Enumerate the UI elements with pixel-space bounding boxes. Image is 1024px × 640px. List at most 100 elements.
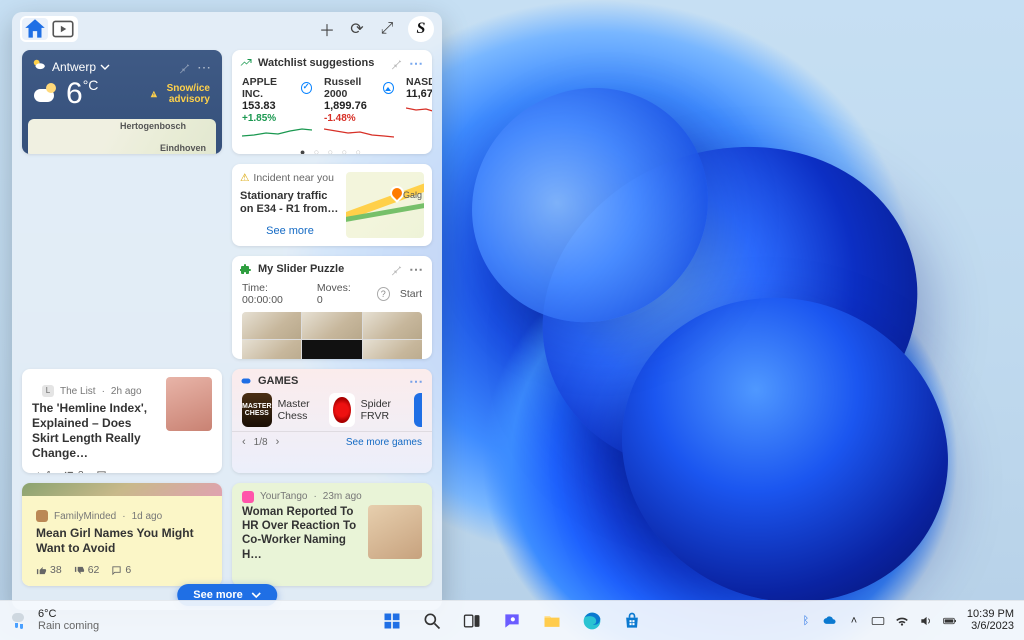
news-card[interactable]: FamilyMinded · 1d ago Mean Girl Names Yo… xyxy=(22,483,222,587)
chevron-down-icon xyxy=(100,62,110,72)
tray-onedrive-icon[interactable] xyxy=(823,614,837,628)
taskbar-weather-temp: 6°C xyxy=(38,609,99,621)
source-icon xyxy=(242,491,254,503)
task-view-button[interactable] xyxy=(454,603,490,639)
taskbar-clock[interactable]: 10:39 PM 3/6/2023 xyxy=(967,609,1014,632)
pager-dots[interactable]: ● ○ ○ ○ ○ xyxy=(232,145,432,154)
tray-battery-icon[interactable] xyxy=(943,614,957,628)
start-button[interactable] xyxy=(374,603,410,639)
map-label: Hertogenbosch xyxy=(120,121,186,131)
news-headline: Mean Girl Names You Might Want to Avoid xyxy=(26,524,218,564)
card-title: My Slider Puzzle xyxy=(258,263,383,275)
news-source: The List xyxy=(60,386,96,397)
news-age: 23m ago xyxy=(323,491,362,502)
games-icon xyxy=(240,375,252,387)
search-button[interactable] xyxy=(414,603,450,639)
comment-button[interactable] xyxy=(96,470,107,473)
edge-icon xyxy=(582,611,602,631)
folder-icon xyxy=(542,611,562,631)
file-explorer-button[interactable] xyxy=(534,603,570,639)
chat-button[interactable] xyxy=(494,603,530,639)
news-card[interactable]: LThe List · 2h ago The 'Hemline Index', … xyxy=(22,369,222,473)
weather-map[interactable]: Hertogenbosch Eindhoven Antwerp Ghent Br… xyxy=(28,119,216,154)
stock-item[interactable]: NASD 11,675 xyxy=(406,76,432,143)
card-menu-button[interactable]: ⋯ xyxy=(197,62,212,72)
dislike-button[interactable]: 2 xyxy=(64,469,84,473)
puzzle-start-button[interactable]: Start xyxy=(400,288,422,300)
weather-city-label: Antwerp xyxy=(52,60,96,74)
game-item[interactable]: Spider FRVR xyxy=(329,393,406,427)
puzzle-icon xyxy=(240,263,252,275)
pin-icon[interactable] xyxy=(389,262,403,276)
games-more-link[interactable]: See more games xyxy=(346,437,422,448)
taskbar: 6°CRain coming ᛒ ˄ 10:3 xyxy=(0,600,1024,640)
news-age: 1d ago xyxy=(132,511,163,522)
news-source: YourTango xyxy=(260,491,307,502)
tray-volume-icon[interactable] xyxy=(919,614,933,628)
traffic-message: Stationary traffic on E34 - R1 from… xyxy=(240,190,340,216)
taskbar-center xyxy=(374,603,650,639)
weather-location[interactable]: Antwerp xyxy=(52,60,110,74)
news-source: FamilyMinded xyxy=(54,511,116,522)
watchlist-card[interactable]: Watchlist suggestions ⋯ APPLE INC. 153.8… xyxy=(232,50,432,154)
play-icon xyxy=(50,16,76,42)
widgets-expand-button[interactable]: ⤢ xyxy=(374,16,400,42)
puzzle-grid[interactable] xyxy=(242,312,422,360)
traffic-see-more[interactable]: See more xyxy=(240,225,340,238)
card-menu-button[interactable]: ⋯ xyxy=(409,264,424,274)
puzzle-time: Time: 00:00:00 xyxy=(242,282,307,306)
comment-button[interactable]: 6 xyxy=(111,564,131,576)
stock-item[interactable]: APPLE INC. 153.83 +1.85% xyxy=(242,76,312,143)
tray-language-icon[interactable] xyxy=(871,614,885,628)
widgets-profile-avatar[interactable]: S xyxy=(408,16,434,42)
tray-chevron-up-icon[interactable]: ˄ xyxy=(847,614,861,628)
game-item[interactable]: MASTERCHESS Master Chess xyxy=(242,393,321,427)
source-icon xyxy=(36,510,48,522)
news-age: 2h ago xyxy=(111,386,142,397)
news-headline: The 'Hemline Index', Explained – Does Sk… xyxy=(32,399,158,469)
tray-network-icon[interactable] xyxy=(895,614,909,628)
weather-provider-icon xyxy=(32,58,46,75)
card-menu-button[interactable]: ⋯ xyxy=(409,376,424,386)
pin-icon[interactable] xyxy=(389,56,403,70)
store-button[interactable] xyxy=(614,603,650,639)
news-card[interactable]: YourTango · 23m ago Woman Reported To HR… xyxy=(232,483,432,587)
card-menu-button[interactable]: ⋯ xyxy=(409,58,424,68)
like-button[interactable]: 1 xyxy=(32,469,52,473)
traffic-map[interactable]: Galg xyxy=(346,172,424,238)
help-icon[interactable]: ? xyxy=(377,287,390,301)
game-name: Spider FRVR xyxy=(361,398,407,422)
weather-card[interactable]: Antwerp ⋯ 6°C Snow/ice advisory Hertogen xyxy=(22,50,222,154)
widgets-refresh-button[interactable]: ⟳ xyxy=(344,16,370,42)
widgets-body: Antwerp ⋯ 6°C Snow/ice advisory Hertogen xyxy=(12,44,442,610)
widgets-view-segmented xyxy=(20,16,78,42)
plus-icon: ＋ xyxy=(319,17,335,41)
weather-temp: 6°C xyxy=(66,77,98,111)
edge-button[interactable] xyxy=(574,603,610,639)
widgets-tab-video[interactable] xyxy=(50,18,76,40)
games-pager[interactable]: ‹1/8› xyxy=(242,436,279,448)
stock-item[interactable]: Russell 2000 1,899.76 -1.48% xyxy=(324,76,394,143)
dislike-button[interactable]: 62 xyxy=(74,564,100,576)
like-button[interactable]: 38 xyxy=(36,564,62,576)
weather-advisory[interactable]: Snow/ice advisory xyxy=(150,83,210,105)
puzzle-card[interactable]: My Slider Puzzle ⋯ Time: 00:00:00 Moves:… xyxy=(232,256,432,360)
tray-bluetooth-icon[interactable]: ᛒ xyxy=(799,614,813,628)
game-item-partial[interactable] xyxy=(414,393,422,427)
games-card[interactable]: GAMES ⋯ MASTERCHESS Master Chess Spider … xyxy=(232,369,432,473)
game-name: Master Chess xyxy=(278,398,322,422)
store-icon xyxy=(622,611,642,631)
widgets-tab-home[interactable] xyxy=(22,18,48,40)
puzzle-moves: Moves: 0 xyxy=(317,282,357,306)
task-view-icon xyxy=(462,611,482,631)
clock-date: 3/6/2023 xyxy=(971,621,1014,633)
pin-icon[interactable] xyxy=(177,60,191,74)
taskbar-weather[interactable]: 6°CRain coming xyxy=(0,601,109,640)
game-thumb xyxy=(329,393,354,427)
taskbar-weather-label: Rain coming xyxy=(38,621,99,633)
widgets-add-button[interactable]: ＋ xyxy=(314,16,340,42)
traffic-card[interactable]: ⚠Incident near you Stationary traffic on… xyxy=(232,164,432,246)
weather-condition-icon xyxy=(32,83,58,105)
search-icon xyxy=(422,611,442,631)
sparkline xyxy=(324,126,394,140)
